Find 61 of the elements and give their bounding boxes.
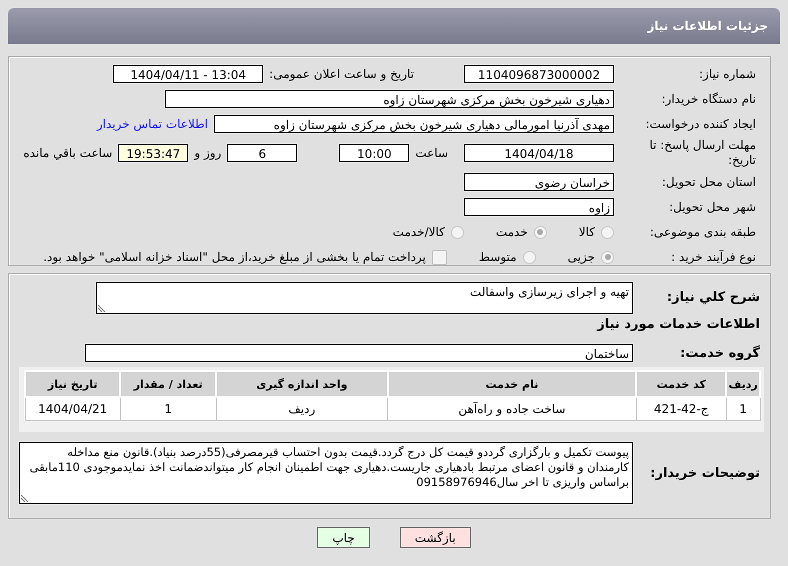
buyer-org-field: دهیاری شیرخون بخش مرکزی شهرستان زاوه	[165, 90, 614, 108]
field-label: مهلت ارسال پاسخ: تا تاریخ:	[648, 138, 757, 168]
treasury-note: پرداخت تمام یا بخشی از مبلغ خرید،از محل "اسناد خزانه اسلامی" خواهد بود.	[43, 250, 426, 264]
column-header: واحد اندازه گیری	[216, 371, 388, 397]
column-header: نام خدمت	[388, 371, 636, 397]
checkbox[interactable]	[432, 250, 447, 264]
field-label: شماره نیاز:	[698, 67, 757, 81]
table-cell: ردیف	[216, 397, 388, 420]
field-label: گروه خدمت:	[679, 346, 761, 360]
field-label: استان محل تحویل:	[660, 175, 757, 189]
description-text: تهیه و اجرای زیرسازی واسفالت	[470, 285, 629, 299]
print-button[interactable]: چاپ	[317, 527, 370, 548]
requester-field: مهدی آذرنیا امورمالی دهیاری شیرخون بخش مرکزی شهرستان زاوه	[214, 115, 614, 133]
radio-button[interactable]	[601, 226, 614, 238]
deadline-date-field: 1404/04/18	[464, 144, 614, 162]
field-label: شهر محل تحویل:	[668, 200, 757, 214]
buyer-notes-text: پیوست تکمیل و بارگزاری گرددو قیمت کل درج گردد.قیمت بدون احتساب قیرمصرفی(55درصد بنیاد).قانون منع مداخله کارمندان و قانون اعضای مرتبط بادهیاری جاریست.دهیاری جهت اطمینان انجام کار میتواندضمانت اخذ نمایدموجودی 110مابقی براساس واریزی تا اخر سال09158976946	[30, 445, 629, 489]
page-title: جزئیات اطلاعات نیاز	[8, 8, 780, 44]
deadline-time-field: 10:00	[339, 144, 410, 162]
field-label: توضیحات خریدار:	[649, 466, 761, 480]
table-cell: 1	[120, 397, 216, 420]
field-label: طبقه بندی موضوعی:	[648, 225, 757, 239]
resize-grip-icon[interactable]	[98, 304, 106, 312]
announce-date-field: 1404/04/11 - 13:04	[113, 65, 264, 83]
table-cell: 1	[726, 397, 760, 420]
field-label: شرح کلي نياز:	[666, 290, 761, 305]
column-header: ردیف	[726, 371, 760, 397]
option-label: کالا/خدمت	[392, 225, 445, 239]
column-header: تعداد / مقدار	[120, 371, 216, 397]
province-field: خراسان رضوی	[464, 173, 614, 191]
contact-link[interactable]: اطلاعات تماس خریدار	[96, 117, 208, 131]
service-group-field: ساختمان	[85, 344, 633, 362]
radio-button[interactable]	[534, 226, 547, 238]
remaining-time-field: 19:53:47	[118, 144, 188, 162]
option-label: جزیی	[568, 250, 595, 264]
radio-button[interactable]	[601, 250, 614, 264]
days-label: روز و	[194, 146, 222, 160]
column-header: تاریخ نیاز	[25, 371, 120, 397]
time-label: ساعت	[415, 146, 448, 160]
option-label: خدمت	[496, 225, 528, 239]
table-cell: 1404/04/21	[25, 397, 120, 420]
days-field: 6	[227, 144, 298, 162]
buyer-notes-textarea[interactable]	[19, 442, 633, 504]
back-button[interactable]: بازگشت	[400, 527, 471, 548]
field-label: ایجاد کننده درخواست:	[644, 117, 757, 131]
column-header: کد خدمت	[636, 371, 726, 397]
radio-button[interactable]	[450, 226, 464, 238]
field-label: نام دستگاه خریدار:	[660, 92, 757, 106]
field-label: تاریخ و ساعت اعلان عمومی:	[269, 67, 414, 81]
remaining-label: ساعت باقي مانده	[23, 146, 112, 160]
description-textarea[interactable]: تهیه و اجرای زیرسازی واسفالت	[96, 282, 633, 314]
option-label: کالا	[578, 225, 595, 239]
resize-grip-icon[interactable]	[21, 494, 29, 502]
section-heading: اطلاعات خدمات مورد نیاز	[596, 317, 760, 332]
need-number-field: 1104096873000002	[464, 65, 614, 83]
field-label: نوع فرآیند خرید :	[670, 250, 757, 264]
city-field: زاوه	[464, 198, 614, 216]
option-label: متوسط	[478, 250, 517, 264]
table-cell: ج-42-421	[636, 397, 726, 420]
table-cell: ساخت جاده و راه‌آهن	[388, 397, 636, 420]
radio-button[interactable]	[522, 250, 536, 264]
